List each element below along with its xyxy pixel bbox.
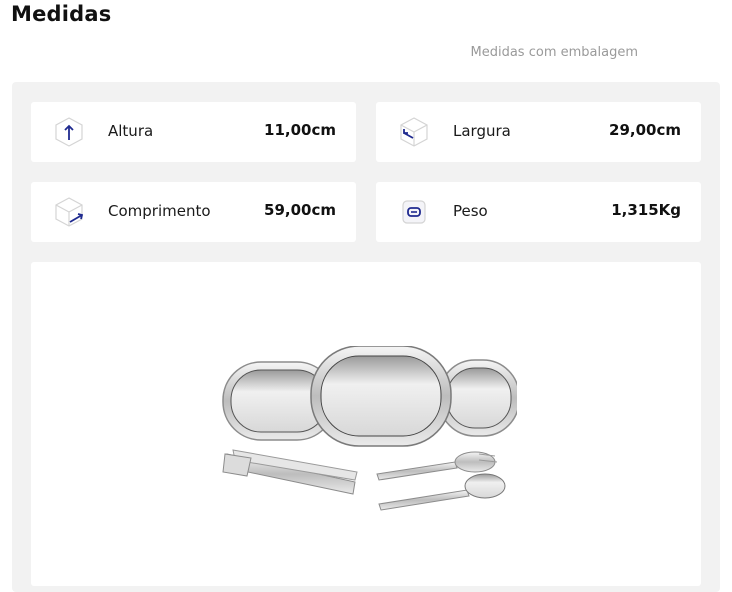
measure-card-width: Largura 29,00cm — [376, 102, 701, 162]
width-box-icon — [400, 117, 428, 147]
height-arrow-up-icon — [55, 117, 83, 147]
packaging-subtitle: Medidas com embalagem — [470, 45, 638, 60]
measure-label-length: Comprimento — [108, 202, 211, 220]
measure-value-length: 59,00cm — [264, 201, 336, 219]
measures-panel: Altura 11,00cm Largura 29,00cm Comprimen… — [12, 82, 720, 592]
measure-value-weight: 1,315Kg — [611, 201, 681, 219]
length-box-icon — [55, 197, 84, 227]
measure-label-weight: Peso — [453, 202, 488, 220]
measure-label-height: Altura — [108, 122, 154, 140]
measure-label-width: Largura — [453, 122, 511, 140]
measure-value-height: 11,00cm — [264, 121, 336, 139]
measure-card-length: Comprimento 59,00cm — [31, 182, 356, 242]
measure-card-height: Altura 11,00cm — [31, 102, 356, 162]
product-image — [222, 346, 517, 511]
measure-card-weight: Peso 1,315Kg — [376, 182, 701, 242]
weight-scale-icon — [402, 200, 426, 224]
measure-value-width: 29,00cm — [609, 121, 681, 139]
product-image-card — [31, 262, 701, 586]
page-title: Medidas — [11, 2, 112, 26]
